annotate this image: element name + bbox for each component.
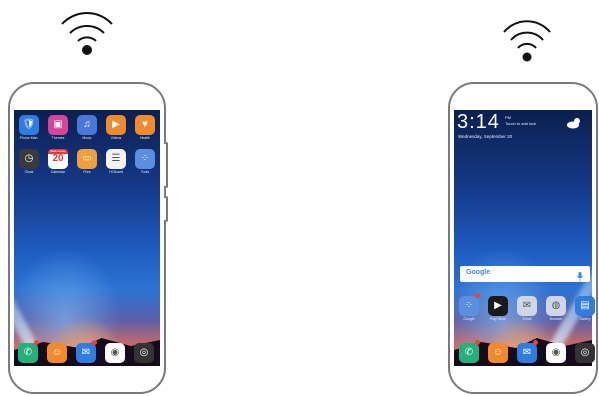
home-screen [454, 110, 592, 366]
gallery-icon[interactable]: ▤ [575, 296, 595, 316]
clock-time[interactable]: 3:14 [457, 111, 500, 134]
search-brand: Google [466, 269, 491, 276]
calendar-day: 20 [52, 153, 64, 164]
app-label: Google [463, 317, 475, 321]
themes-icon[interactable]: ▣ [48, 115, 68, 135]
power-button[interactable] [164, 196, 168, 222]
contacts-icon[interactable]: ☺ [47, 343, 67, 363]
shield-icon[interactable]: 🛡 [19, 115, 39, 135]
volume-button[interactable] [164, 142, 168, 188]
mail-icon[interactable]: ✉ [517, 296, 537, 316]
wifi-icon [500, 18, 554, 64]
wifi-icon [58, 8, 116, 58]
app-label: Videos [110, 136, 122, 140]
chrome-icon[interactable]: ◉ [105, 343, 125, 363]
music-icon[interactable]: ♫ [77, 115, 97, 135]
date-text: Wednesday, September 20 [458, 134, 513, 139]
messages-icon[interactable]: ✉ [76, 343, 96, 363]
app-label: Browser [549, 317, 563, 321]
contacts-icon[interactable]: ☺ [488, 343, 508, 363]
app-label: Music [82, 136, 92, 140]
play-store-icon[interactable]: ▶ [488, 296, 508, 316]
app-label: Phone Man. [19, 136, 39, 140]
app-label: Gallery [579, 317, 591, 321]
phone-call-icon[interactable]: ✆ [18, 343, 38, 363]
camera-icon[interactable]: ◎ [134, 343, 154, 363]
cloud-sun-icon [565, 116, 583, 134]
notification-badge [475, 340, 480, 345]
camera-icon[interactable]: ◎ [575, 343, 595, 363]
notification-badge [533, 340, 538, 345]
notepad-icon[interactable]: ☰ [106, 149, 126, 169]
play-icon[interactable]: ▶ [106, 115, 126, 135]
google-folder-icon[interactable]: ⁘ [459, 296, 479, 316]
search-bar[interactable]: Google [460, 266, 590, 282]
app-label: Files [83, 170, 91, 174]
notification-badge [34, 340, 39, 345]
app-label: Health [139, 136, 151, 140]
app-label: Clock [24, 170, 34, 174]
app-label: Play Store [489, 317, 507, 321]
tools-folder-icon[interactable]: ⁘ [135, 149, 155, 169]
app-label: Tools [140, 170, 150, 174]
app-label: Hi Board [109, 170, 123, 174]
chrome-icon[interactable]: ◉ [546, 343, 566, 363]
folder-icon[interactable]: ▭ [77, 149, 97, 169]
notification-badge [475, 293, 480, 298]
messages-icon[interactable]: ✉ [517, 343, 537, 363]
unlock-hint: Touch to add lock [505, 121, 537, 126]
calendar-icon[interactable]: Wednesday 20 [48, 149, 68, 169]
app-label: Email [522, 317, 532, 321]
app-label: Calendar [50, 170, 66, 174]
clock-icon[interactable]: ◷ [19, 149, 39, 169]
browser-icon[interactable]: ◍ [546, 296, 566, 316]
microphone-icon[interactable] [577, 269, 583, 287]
notification-badge [92, 340, 97, 345]
clock-suffix: PM [505, 115, 511, 120]
heart-icon[interactable]: ♥ [135, 115, 155, 135]
phone-call-icon[interactable]: ✆ [459, 343, 479, 363]
app-label: Themes [51, 136, 65, 140]
